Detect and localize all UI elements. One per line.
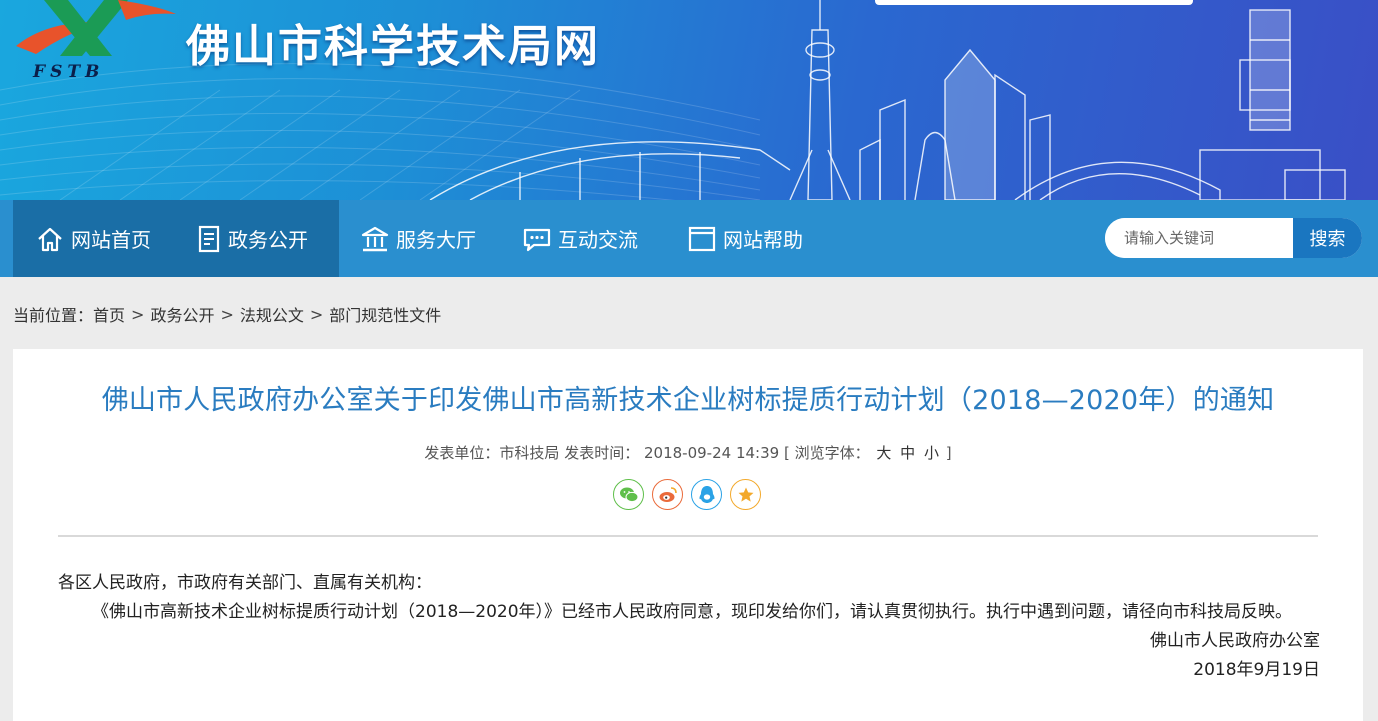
nav-item-label: 网站首页 [71,228,151,252]
article-signature: 佛山市人民政府办公室 [1150,631,1320,651]
wechat-icon [619,487,638,502]
nav-item-label: 互动交流 [558,228,638,252]
article-title: 佛山市人民政府办公室关于印发佛山市高新技术企业树标提质行动计划（2018—202… [101,385,1275,416]
meta-font-close: ] [945,444,952,462]
document-icon [198,225,220,252]
article-divider [58,535,1318,537]
meta-unit-label: 发表单位： [424,444,500,462]
breadcrumb-dept-docs[interactable]: 部门规范性文件 [329,302,441,326]
breadcrumb-home[interactable]: 首页 [93,302,125,326]
breadcrumb-separator: > [309,304,324,324]
nav-item-label: 政务公开 [228,228,308,252]
chat-icon [523,228,551,251]
weibo-icon [659,486,677,502]
nav-item-interaction[interactable]: 互动交流 [522,200,638,277]
search-button[interactable]: 搜索 [1293,218,1362,258]
search-box: 搜索 [1105,218,1362,258]
share-favorite-button[interactable] [730,479,761,510]
font-size-large[interactable]: 大 [876,444,891,462]
breadcrumb-separator: > [131,304,145,324]
nav-item-help[interactable]: 网站帮助 [687,200,803,277]
breadcrumb-prefix: 当前位置： [13,306,94,325]
font-size-medium[interactable]: 中 [900,444,915,462]
article-paragraph: 《佛山市高新技术企业树标提质行动计划（2018—2020年）》已经市人民政府同意… [92,602,1293,622]
article-panel: 佛山市人民政府办公室关于印发佛山市高新技术企业树标提质行动计划（2018—202… [13,349,1363,721]
breadcrumb-separator: > [220,304,234,324]
city-skyline-illustration [429,0,1346,200]
site-banner: FSTB 佛山市科学技术局网 [0,0,1378,200]
meta-unit: 市科技局 [499,444,560,462]
nav-item-label: 服务大厅 [396,228,476,252]
article-meta: 发表单位：市科技局 发表时间： 2018-09-24 14:39 [ 浏览字体：… [13,442,1363,463]
article-body: 各区人民政府，市政府有关部门、直属有关机构： 《佛山市高新技术企业树标提质行动计… [58,569,1320,685]
meta-font-label: [ 浏览字体： [783,444,870,462]
breadcrumb-gov-info[interactable]: 政务公开 [150,302,214,326]
qq-icon [699,485,714,503]
favorite-icon [738,487,753,502]
share-qq-button[interactable] [691,479,722,510]
font-size-small[interactable]: 小 [924,444,939,462]
share-bar [613,479,769,510]
nav-item-label: 网站帮助 [723,228,803,252]
meta-time: 2018-09-24 14:39 [644,444,780,462]
meta-time-label: 发表时间： [564,444,640,462]
breadcrumb: 当前位置： 首页 > 政务公开 > 法规公文 > 部门规范性文件 [13,302,441,326]
nav-item-service-hall[interactable]: 服务大厅 [360,200,476,277]
home-icon [38,227,62,251]
window-icon [688,226,716,251]
share-wechat-button[interactable] [613,479,644,510]
nav-item-gov-info[interactable]: 政务公开 [196,200,308,277]
article-date: 2018年9月19日 [1193,660,1320,680]
share-weibo-button[interactable] [652,479,683,510]
breadcrumb-regulations[interactable]: 法规公文 [240,302,304,326]
search-input[interactable] [1105,218,1293,258]
article-salutation: 各区人民政府，市政府有关部门、直属有关机构： [58,573,432,593]
building-icon [361,226,389,251]
